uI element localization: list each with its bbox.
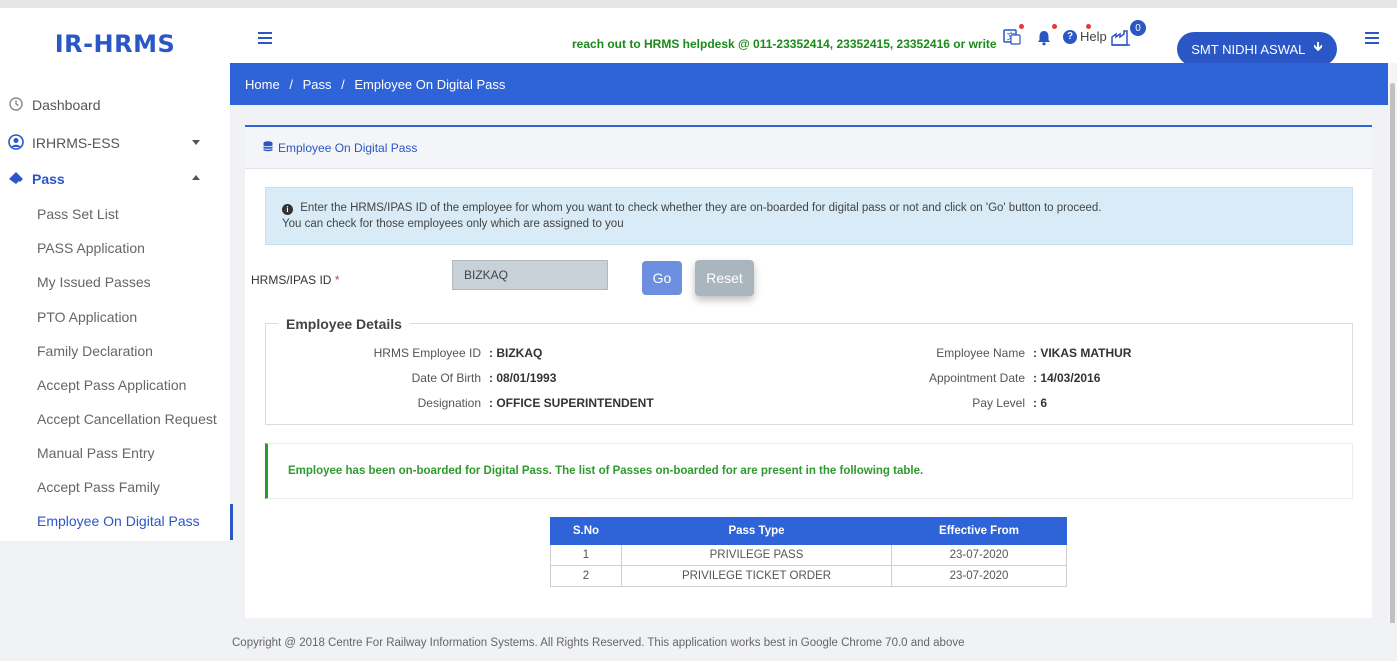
helpdesk-text: reach out to HRMS helpdesk @ 011-2335241… [572, 37, 997, 51]
cell-sno: 2 [550, 565, 622, 587]
sidebar-item-label: Pass [32, 171, 65, 187]
employee-name-value: : VIKAS MATHUR [1033, 346, 1132, 360]
card-title: Employee On Digital Pass [278, 140, 418, 155]
help-notification-dot [1086, 24, 1091, 29]
breadcrumb-separator: / [341, 77, 345, 92]
caret-up-icon [192, 175, 200, 180]
employee-details-section: Employee Details HRMS Employee ID : BIZK… [265, 316, 1353, 425]
success-message: Employee has been on-boarded for Digital… [265, 443, 1353, 499]
sidebar-item-pass-application[interactable]: PASS Application [0, 231, 230, 265]
breadcrumb-pass[interactable]: Pass [303, 77, 332, 92]
translate-icon[interactable]: 文 [1003, 28, 1021, 51]
user-menu-button[interactable]: SMT NIDHI ASWAL 🡻 [1177, 32, 1337, 66]
bell-icon[interactable] [1036, 30, 1052, 51]
arrow-down-icon: 🡻 [1313, 40, 1323, 55]
clock-icon [8, 96, 24, 114]
footer-copyright: Copyright @ 2018 Centre For Railway Info… [230, 623, 1397, 661]
sidebar-item-employee-on-digital-pass[interactable]: Employee On Digital Pass [0, 504, 230, 538]
factory-icon[interactable] [1111, 30, 1131, 51]
breadcrumb-separator: / [289, 77, 293, 92]
appointment-date-value: : 14/03/2016 [1033, 371, 1101, 385]
reset-button[interactable]: Reset [695, 260, 754, 296]
column-header-sno: S.No [550, 517, 622, 545]
sidebar-item-accept-pass-family[interactable]: Accept Pass Family [0, 470, 230, 504]
employee-name-label: Employee Name [936, 346, 1025, 360]
designation-value: : OFFICE SUPERINTENDENT [489, 396, 654, 410]
page-scrollbar[interactable] [1388, 63, 1397, 638]
sidebar-item-accept-cancellation-request[interactable]: Accept Cancellation Request [0, 402, 230, 436]
hrms-employee-id-label: HRMS Employee ID [373, 346, 481, 360]
appointment-date-label: Appointment Date [928, 371, 1025, 385]
designation-label: Designation [417, 396, 481, 410]
pay-level-label: Pay Level [972, 396, 1025, 410]
sidebar-item-label: Dashboard [32, 97, 101, 113]
cell-sno: 1 [550, 544, 622, 566]
employee-digital-pass-card: Employee On Digital Pass i Enter the HRM… [245, 125, 1372, 618]
hrms-employee-id-value: : BIZKAQ [489, 346, 543, 360]
cell-effective-from: 23-07-2020 [891, 565, 1067, 587]
sidebar: Dashboard IRHRMS-ESS Pass Pass Set List … [0, 63, 233, 541]
ticket-icon [8, 170, 24, 189]
card-header: Employee On Digital Pass [245, 127, 1372, 169]
info-message: i Enter the HRMS/IPAS ID of the employee… [265, 187, 1353, 245]
notification-count-badge: 0 [1130, 20, 1146, 36]
help-button[interactable]: ? Help [1063, 29, 1107, 44]
user-name: SMT NIDHI ASWAL [1191, 41, 1306, 57]
sidebar-item-pass-set-list[interactable]: Pass Set List [0, 197, 230, 231]
top-bar: IR-HRMS reach out to HRMS helpdesk @ 011… [0, 0, 1397, 66]
sidebar-item-pto-application[interactable]: PTO Application [0, 300, 230, 334]
date-of-birth-value: : 08/01/1993 [489, 371, 557, 385]
employee-details-legend: Employee Details [278, 316, 410, 332]
cell-effective-from: 23-07-2020 [891, 544, 1067, 566]
info-circle-icon: i [282, 204, 293, 215]
sidebar-item-pass[interactable]: Pass [0, 162, 230, 196]
hrms-id-label: HRMS/IPAS ID * [251, 273, 339, 287]
digital-pass-table: S.No Pass Type Effective From 1 PRIVILEG… [550, 517, 1067, 587]
sidebar-item-family-declaration[interactable]: Family Declaration [0, 334, 230, 368]
database-icon [263, 140, 273, 155]
help-label: Help [1080, 29, 1107, 44]
bell-notification-dot [1052, 24, 1057, 29]
cell-pass-type: PRIVILEGE TICKET ORDER [621, 565, 892, 587]
sidebar-item-accept-pass-application[interactable]: Accept Pass Application [0, 368, 230, 402]
sidebar-item-my-issued-passes[interactable]: My Issued Passes [0, 265, 230, 299]
caret-down-icon [192, 140, 200, 145]
table-row: 1 PRIVILEGE PASS 23-07-2020 [550, 544, 1067, 566]
breadcrumb-home[interactable]: Home [245, 77, 280, 92]
right-menu-hamburger-icon[interactable] [1365, 32, 1379, 44]
sidebar-item-manual-pass-entry[interactable]: Manual Pass Entry [0, 436, 230, 470]
column-header-pass-type: Pass Type [621, 517, 892, 545]
table-header-row: S.No Pass Type Effective From [550, 517, 1067, 545]
sidebar-toggle-hamburger-icon[interactable] [258, 32, 272, 44]
breadcrumb: Home / Pass / Employee On Digital Pass [230, 63, 1397, 105]
sidebar-item-irhrms-ess[interactable]: IRHRMS-ESS [0, 126, 230, 160]
date-of-birth-label: Date Of Birth [411, 371, 481, 385]
hrms-id-label-text: HRMS/IPAS ID [251, 273, 332, 287]
pay-level-value: : 6 [1033, 396, 1048, 410]
cell-pass-type: PRIVILEGE PASS [621, 544, 892, 566]
breadcrumb-current: Employee On Digital Pass [354, 77, 506, 92]
go-button[interactable]: Go [642, 261, 682, 295]
user-circle-icon [8, 133, 24, 153]
hrms-id-input[interactable] [452, 260, 608, 290]
info-line-1: Enter the HRMS/IPAS ID of the employee f… [300, 202, 1102, 214]
translate-notification-dot [1019, 24, 1024, 29]
sidebar-item-dashboard[interactable]: Dashboard [0, 88, 230, 122]
table-row: 2 PRIVILEGE TICKET ORDER 23-07-2020 [550, 565, 1067, 587]
help-circle-icon: ? [1063, 29, 1077, 44]
info-line-2: You can check for those employees only w… [282, 218, 624, 230]
sidebar-item-label: IRHRMS-ESS [32, 135, 120, 151]
column-header-effective-from: Effective From [891, 517, 1067, 545]
required-mark: * [334, 273, 340, 287]
scrollbar-thumb[interactable] [1390, 83, 1395, 638]
